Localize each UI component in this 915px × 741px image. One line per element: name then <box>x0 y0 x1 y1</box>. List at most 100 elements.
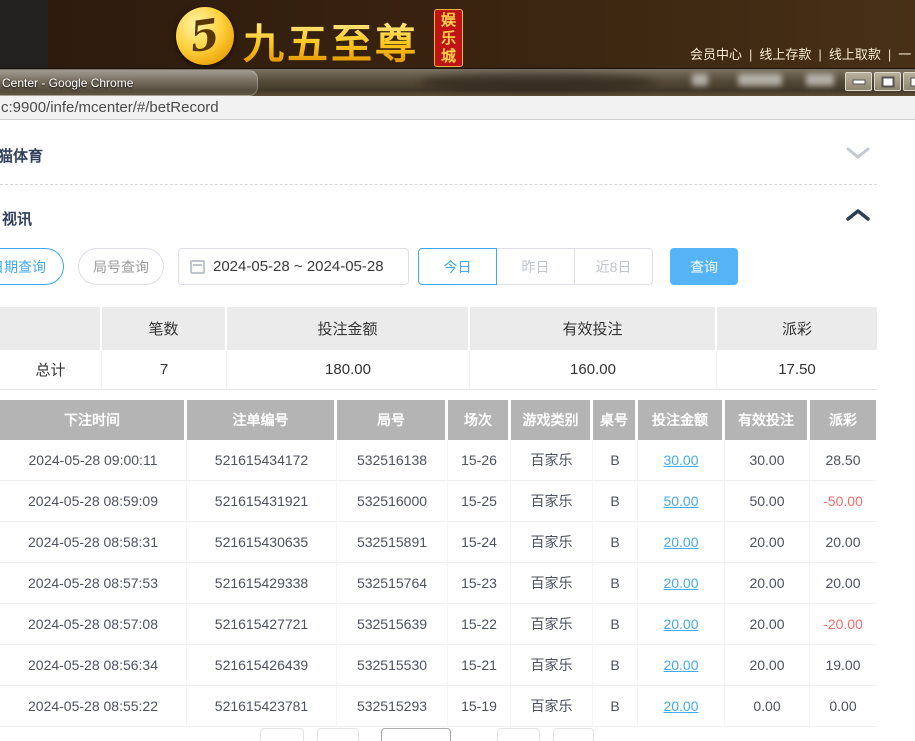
summary-count: 7 <box>102 350 227 390</box>
nav-extra-clipped[interactable]: 一 <box>898 47 911 62</box>
bet-table-body: 2024-05-28 09:00:11521615434172532516138… <box>0 440 876 727</box>
bet-table-row: 2024-05-28 08:59:09521615431921532516000… <box>0 481 876 522</box>
bet-amount-link[interactable]: 20.00 <box>663 534 698 550</box>
cell-session: 15-25 <box>448 481 511 522</box>
summary-valid-bet: 160.00 <box>470 350 717 390</box>
close-button[interactable] <box>903 72 915 91</box>
nav-deposit[interactable]: 线上存款 <box>759 47 811 62</box>
window-titlebar[interactable]: Center - Google Chrome <box>0 68 915 96</box>
cell-valid: 20.00 <box>725 522 810 563</box>
pagination-button[interactable] <box>317 728 359 741</box>
minimize-button[interactable] <box>845 72 872 91</box>
chevron-down-icon[interactable] <box>846 146 870 160</box>
pagination-current-page[interactable] <box>381 728 451 741</box>
cell-game: 百家乐 <box>511 563 593 604</box>
cell-amount[interactable]: 30.00 <box>638 440 725 481</box>
bet-amount-link[interactable]: 50.00 <box>663 493 698 509</box>
bet-amount-link[interactable]: 20.00 <box>663 616 698 632</box>
blurred-user-info <box>738 74 782 86</box>
cell-valid: 20.00 <box>725 645 810 686</box>
bet-amount-link[interactable]: 20.00 <box>663 698 698 714</box>
search-button[interactable]: 查询 <box>670 248 738 285</box>
nav-separator: | <box>888 47 891 62</box>
maximize-icon <box>881 76 894 87</box>
bet-table-row: 2024-05-28 08:57:53521615429338532515764… <box>0 563 876 604</box>
blurred-user-info <box>806 74 834 86</box>
nav-withdraw[interactable]: 线上取款 <box>829 47 881 62</box>
cell-amount[interactable]: 20.00 <box>638 522 725 563</box>
cell-table_no: B <box>593 481 638 522</box>
date-query-tab[interactable]: 日期查询 <box>0 248 64 285</box>
cell-payout: 28.50 <box>810 440 876 481</box>
bet-amount-link[interactable]: 20.00 <box>663 657 698 673</box>
cell-bet_id: 521615429338 <box>187 563 337 604</box>
yesterday-button[interactable]: 昨日 <box>496 248 575 285</box>
section-divider <box>0 184 877 185</box>
cell-session: 15-26 <box>448 440 511 481</box>
cell-session: 15-24 <box>448 522 511 563</box>
cell-payout: 19.00 <box>810 645 876 686</box>
cell-table_no: B <box>593 440 638 481</box>
cell-amount[interactable]: 20.00 <box>638 645 725 686</box>
window-title: Center - Google Chrome <box>2 76 133 90</box>
bet-amount-link[interactable]: 30.00 <box>663 452 698 468</box>
cell-bet_id: 521615427721 <box>187 604 337 645</box>
summary-total-label: 总计 <box>0 350 102 390</box>
cell-bet_id: 521615431921 <box>187 481 337 522</box>
cell-bet_id: 521615430635 <box>187 522 337 563</box>
summary-header-row: 笔数 投注金额 有效投注 派彩 <box>0 307 877 350</box>
url-text: c:9900/infe/mcenter/#/betRecord <box>1 99 219 116</box>
bet-table-header-row: 下注时间 注单编号 局号 场次 游戏类别 桌号 投注金额 有效投注 派彩 <box>0 400 876 440</box>
blurred-user-info <box>692 74 708 86</box>
cell-bet_id: 521615423781 <box>187 686 337 727</box>
cell-amount[interactable]: 50.00 <box>638 481 725 522</box>
bet-amount-link[interactable]: 20.00 <box>663 575 698 591</box>
cell-game: 百家乐 <box>511 645 593 686</box>
date-range-input[interactable]: 2024-05-28 ~ 2024-05-28 <box>178 248 409 285</box>
cell-amount[interactable]: 20.00 <box>638 686 725 727</box>
banner-nav: 会员中心|线上存款|线上取款|一 <box>690 44 911 63</box>
bet-table-row: 2024-05-28 08:56:34521615426439532515530… <box>0 645 876 686</box>
cell-amount[interactable]: 20.00 <box>638 563 725 604</box>
section-live-title[interactable]: 视讯 <box>2 208 32 229</box>
cell-table_no: B <box>593 645 638 686</box>
header-payout: 派彩 <box>810 400 876 440</box>
pagination-button[interactable] <box>553 728 594 741</box>
cell-table_no: B <box>593 686 638 727</box>
browser-url-bar[interactable]: c:9900/infe/mcenter/#/betRecord <box>0 96 915 120</box>
header-game-type: 游戏类别 <box>511 400 593 440</box>
header-valid-bet: 有效投注 <box>725 400 810 440</box>
banner-left-dark-area <box>0 0 48 68</box>
cell-payout: -20.00 <box>810 604 876 645</box>
logo-mark: 5 <box>188 13 223 59</box>
nav-separator: | <box>818 47 821 62</box>
cell-payout: 0.00 <box>810 686 876 727</box>
close-icon <box>911 77 915 86</box>
summary-table: 笔数 投注金额 有效投注 派彩 总计 7 180.00 160.00 17.50 <box>0 307 877 390</box>
chevron-up-icon[interactable] <box>846 208 870 222</box>
cell-session: 15-19 <box>448 686 511 727</box>
header-table-no: 桌号 <box>593 400 638 440</box>
cell-table_no: B <box>593 522 638 563</box>
header-bet-id: 注单编号 <box>187 400 337 440</box>
cell-amount[interactable]: 20.00 <box>638 604 725 645</box>
cell-round: 532515891 <box>337 522 448 563</box>
cell-payout: 20.00 <box>810 522 876 563</box>
last-8-days-button[interactable]: 近8日 <box>574 248 653 285</box>
section-sports-title[interactable]: 猫体育 <box>0 145 43 166</box>
cell-session: 15-21 <box>448 645 511 686</box>
summary-header-count: 笔数 <box>102 307 227 350</box>
cell-payout: -50.00 <box>810 481 876 522</box>
cell-valid: 50.00 <box>725 481 810 522</box>
cell-session: 15-23 <box>448 563 511 604</box>
maximize-button[interactable] <box>874 72 901 91</box>
cell-game: 百家乐 <box>511 686 593 727</box>
pagination-button[interactable] <box>497 728 540 741</box>
cell-bet_id: 521615434172 <box>187 440 337 481</box>
nav-member-center[interactable]: 会员中心 <box>690 47 742 62</box>
pagination-button[interactable] <box>260 728 304 741</box>
header-bet-amount: 投注金额 <box>638 400 725 440</box>
round-query-tab[interactable]: 局号查询 <box>78 248 164 285</box>
minimize-icon <box>852 79 865 84</box>
today-button[interactable]: 今日 <box>418 248 497 285</box>
